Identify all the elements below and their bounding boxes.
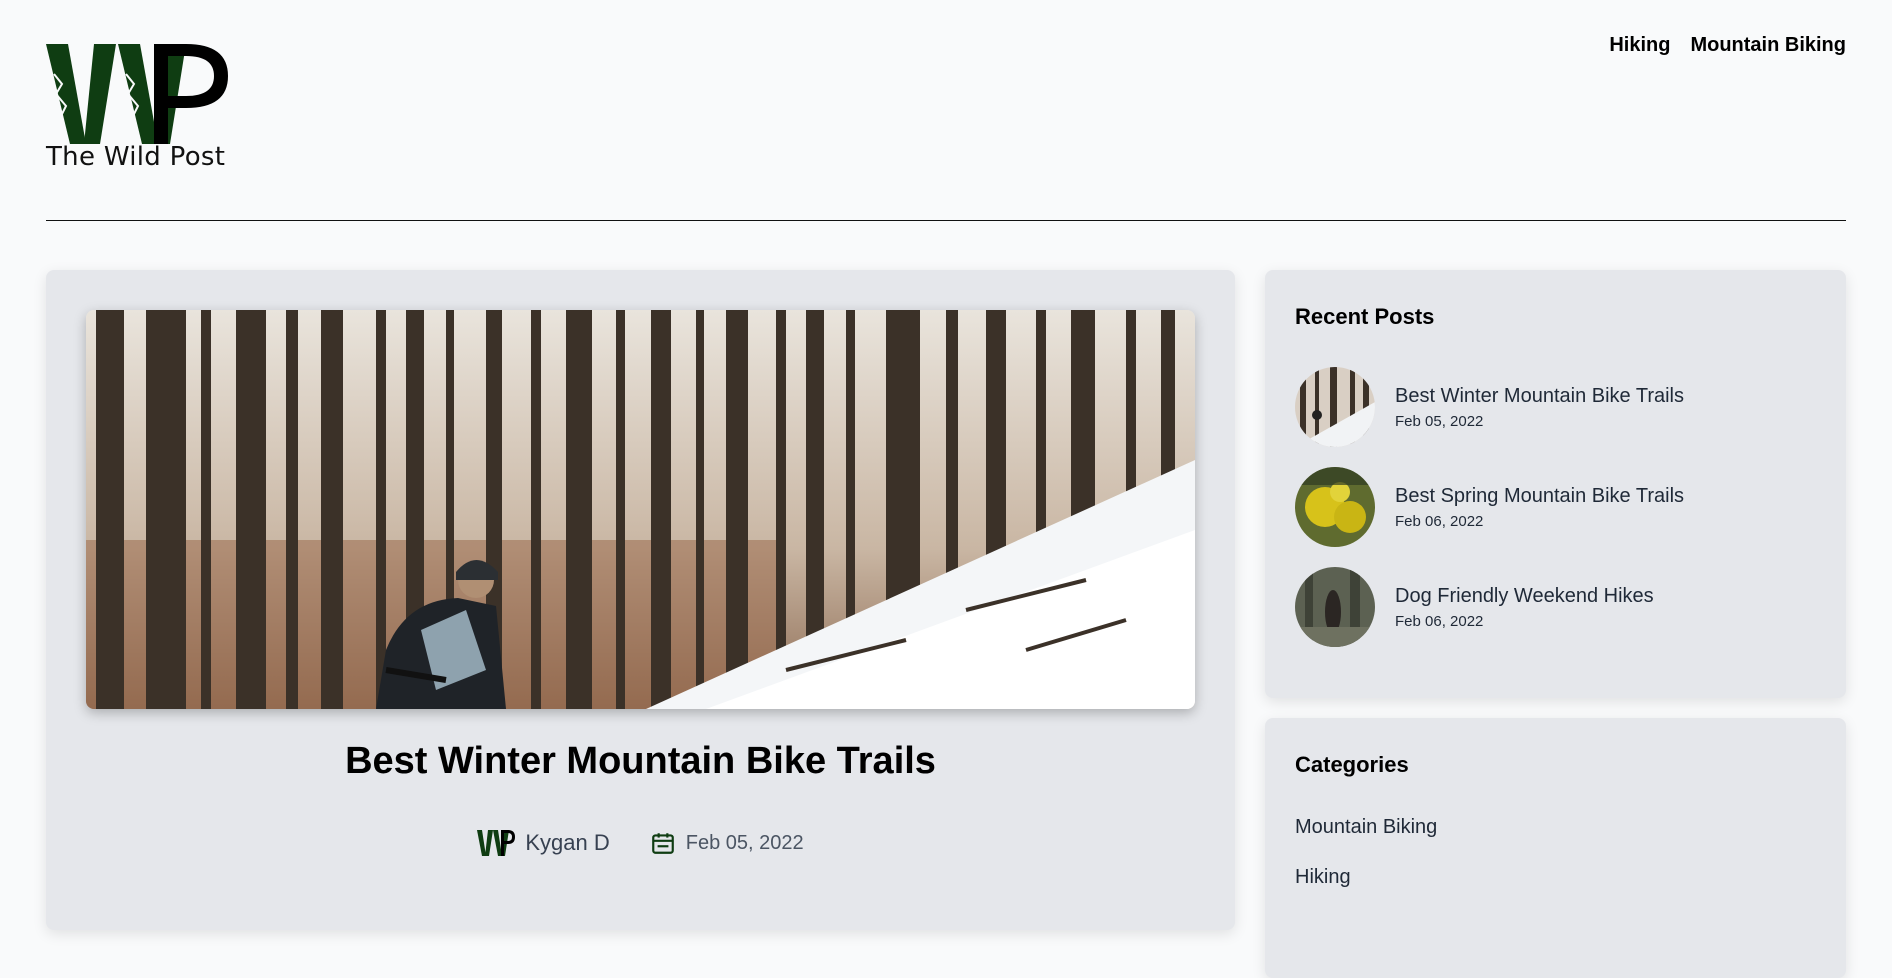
dog-hike-thumb-icon — [1295, 567, 1375, 647]
recent-posts-heading: Recent Posts — [1295, 304, 1435, 329]
nav-link-mountain-biking[interactable]: Mountain Biking — [1690, 34, 1846, 57]
header-divider — [46, 220, 1846, 221]
post-meta: Kygan D Feb 05, 2022 — [46, 830, 1235, 856]
top-nav: Hiking Mountain Biking — [1609, 34, 1846, 57]
recent-post-thumbnail — [1295, 467, 1375, 547]
post-hero-image — [86, 310, 1195, 709]
recent-post-item[interactable]: Best Spring Mountain Bike Trails Feb 06,… — [1295, 467, 1815, 547]
recent-post-title: Best Winter Mountain Bike Trails — [1395, 385, 1684, 407]
post-card: Best Winter Mountain Bike Trails Kygan D… — [46, 270, 1235, 930]
recent-post-date: Feb 06, 2022 — [1395, 613, 1484, 630]
recent-post-thumbnail — [1295, 567, 1375, 647]
recent-posts-card: Recent Posts Best Winter Mountain Bike T… — [1265, 270, 1846, 698]
post-date: Feb 05, 2022 — [650, 830, 804, 856]
wp-logo-icon — [46, 44, 228, 144]
author-name: Kygan D — [525, 830, 610, 855]
recent-post-title: Best Spring Mountain Bike Trails — [1395, 485, 1685, 507]
site-logo[interactable]: The Wild Post — [46, 44, 228, 172]
categories-heading: Categories — [1295, 752, 1409, 777]
recent-post-date: Feb 05, 2022 — [1395, 413, 1484, 430]
site-header: The Wild Post Hiking Mountain Biking — [46, 0, 1846, 222]
post-date-text: Feb 05, 2022 — [685, 831, 804, 854]
post-author: Kygan D — [477, 830, 610, 856]
logo-text: The Wild Post — [46, 142, 226, 172]
author-avatar-icon — [477, 830, 516, 856]
category-link-mountain-biking[interactable]: Mountain Biking — [1295, 816, 1437, 839]
recent-post-thumbnail — [1295, 367, 1375, 447]
recent-post-item[interactable]: Dog Friendly Weekend Hikes Feb 06, 2022 — [1295, 567, 1815, 647]
calendar-icon — [651, 833, 674, 854]
recent-post-item[interactable]: Best Winter Mountain Bike Trails Feb 05,… — [1295, 367, 1815, 447]
categories-card: Categories Mountain Biking Hiking — [1265, 718, 1846, 978]
nav-link-hiking[interactable]: Hiking — [1609, 34, 1670, 57]
spring-flowers-thumb-icon — [1295, 467, 1375, 547]
winter-forest-thumb-icon — [1295, 367, 1375, 447]
recent-post-date: Feb 06, 2022 — [1395, 513, 1484, 530]
post-title: Best Winter Mountain Bike Trails — [345, 740, 936, 782]
recent-post-title: Dog Friendly Weekend Hikes — [1395, 585, 1654, 607]
category-link-hiking[interactable]: Hiking — [1295, 866, 1351, 889]
forest-rider-photo — [86, 310, 1195, 709]
